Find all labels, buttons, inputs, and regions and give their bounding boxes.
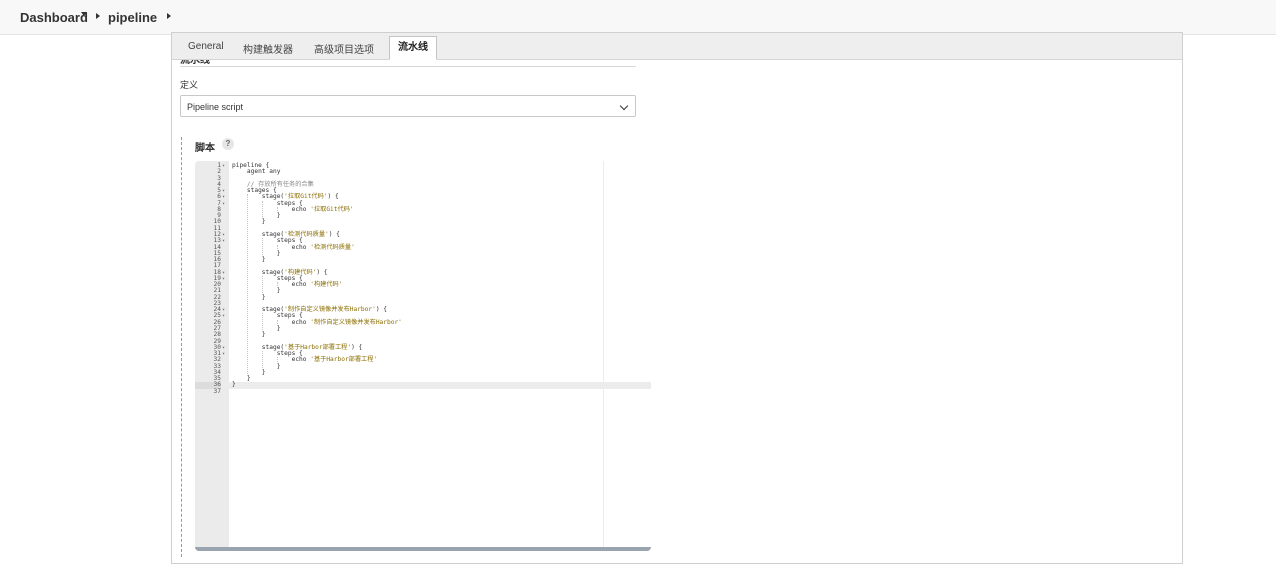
chevron-right-icon bbox=[96, 13, 100, 19]
indent-guide bbox=[261, 313, 263, 333]
editor-scrollbar[interactable] bbox=[195, 547, 651, 551]
indent-guide bbox=[261, 275, 263, 295]
config-panel: General 构建触发器 高级项目选项 流水线 流水线 定义 Pipeline… bbox=[171, 32, 1183, 564]
tab-advanced-options[interactable]: 高级项目选项 bbox=[314, 41, 374, 56]
indent-guide bbox=[261, 351, 263, 370]
code-line[interactable]: 37 bbox=[195, 387, 651, 395]
indent-guide bbox=[261, 200, 263, 220]
chevron-down-icon[interactable] bbox=[81, 12, 87, 16]
nesting-guide bbox=[181, 137, 182, 557]
section-divider bbox=[180, 66, 636, 67]
indent-guide bbox=[276, 357, 278, 364]
tab-build-triggers[interactable]: 构建触发器 bbox=[243, 41, 293, 56]
definition-selected-value: Pipeline script bbox=[187, 102, 244, 112]
breadcrumb: Dashboard pipeline bbox=[0, 0, 1276, 35]
indent-guide bbox=[261, 238, 263, 258]
definition-label: 定义 bbox=[180, 80, 199, 90]
tab-general[interactable]: General bbox=[188, 41, 224, 52]
config-tabbar: General 构建触发器 高级项目选项 流水线 bbox=[172, 33, 1182, 60]
breadcrumb-dashboard[interactable]: Dashboard bbox=[20, 10, 88, 25]
script-label: 脚本 bbox=[195, 143, 215, 154]
script-editor[interactable]: 1 ▾ pipeline {2 agent any 3 4 // 存放所有任务的合集 5 ▾… bbox=[195, 161, 651, 551]
indent-guide bbox=[276, 282, 278, 289]
chevron-down-icon bbox=[619, 101, 629, 111]
help-icon[interactable]: ? bbox=[222, 138, 234, 150]
tab-pipeline[interactable]: 流水线 bbox=[389, 36, 437, 60]
line-number: 37 bbox=[213, 387, 221, 395]
indent-guide bbox=[246, 194, 248, 377]
indent-guide bbox=[276, 244, 278, 251]
chevron-right-icon[interactable] bbox=[167, 13, 171, 19]
indent-guide bbox=[276, 319, 278, 327]
breadcrumb-pipeline[interactable]: pipeline bbox=[108, 10, 157, 25]
definition-select[interactable]: Pipeline script bbox=[180, 95, 636, 117]
indent-guide bbox=[276, 206, 278, 214]
